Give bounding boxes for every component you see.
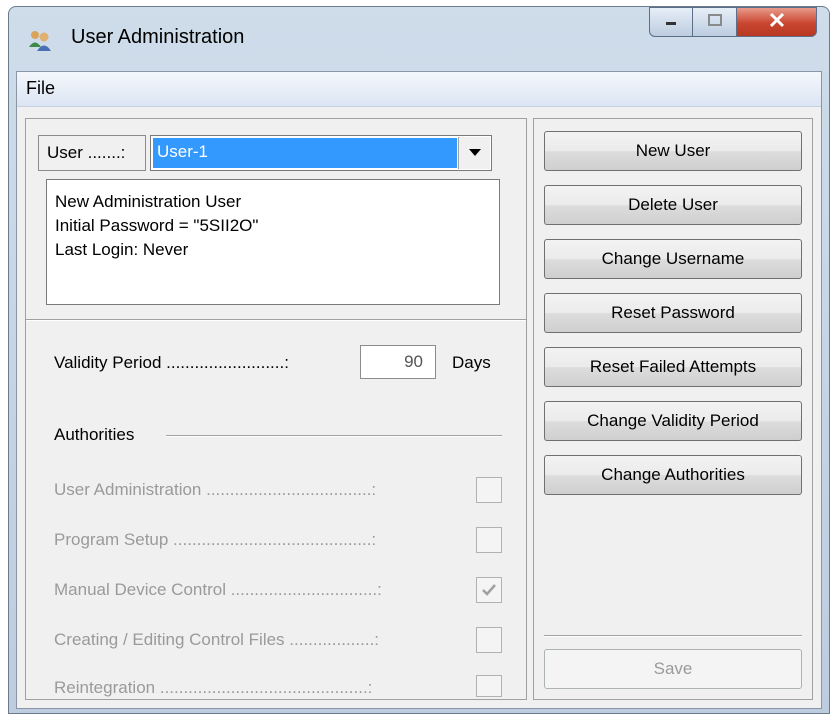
validity-period-field[interactable]: 90 [360, 345, 436, 379]
section-divider [26, 319, 526, 321]
user-label: User .......: [38, 135, 146, 171]
users-icon [27, 27, 53, 53]
user-details-panel: User .......: User-1 New Administration … [25, 118, 527, 700]
reset-failed-attempts-button[interactable]: Reset Failed Attempts [544, 347, 802, 387]
authorities-divider [166, 435, 502, 437]
dropdown-arrow-button[interactable] [458, 137, 490, 169]
authority-checkbox[interactable] [476, 477, 502, 503]
title-bar[interactable]: User Administration [9, 7, 829, 67]
authority-row-reintegration: Reintegration ..........................… [54, 675, 504, 699]
change-validity-period-button[interactable]: Change Validity Period [544, 401, 802, 441]
delete-user-button[interactable]: Delete User [544, 185, 802, 225]
user-select-value: User-1 [153, 138, 457, 168]
client-area: File User .......: User-1 New Administra… [16, 71, 822, 709]
authority-label: Program Setup ..........................… [54, 530, 377, 549]
authority-label: User Administration ....................… [54, 480, 377, 499]
window-title: User Administration [71, 26, 245, 48]
chevron-down-icon [468, 144, 482, 162]
days-label: Days [452, 353, 491, 372]
authority-label: Manual Device Control ..................… [54, 580, 382, 599]
new-user-button[interactable]: New User [544, 131, 802, 171]
info-line: New Administration User [55, 192, 242, 211]
authority-row-creating-editing-control-files: Creating / Editing Control Files .......… [54, 627, 504, 655]
actions-divider [544, 635, 802, 637]
validity-period-label: Validity Period ........................… [54, 353, 289, 372]
authority-checkbox[interactable] [476, 527, 502, 553]
authority-row-program-setup: Program Setup ..........................… [54, 527, 504, 555]
maximize-button[interactable] [693, 7, 737, 37]
authority-checkbox[interactable] [476, 675, 502, 697]
authority-row-user-administration: User Administration ....................… [54, 477, 504, 505]
authority-label: Creating / Editing Control Files .......… [54, 630, 380, 649]
caption-buttons [649, 7, 817, 37]
authority-label: Reintegration ..........................… [54, 678, 373, 697]
authority-checkbox[interactable] [476, 627, 502, 653]
minimize-button[interactable] [649, 7, 693, 37]
authority-row-manual-device-control: Manual Device Control ..................… [54, 577, 504, 605]
info-line: Initial Password = "5SII2O" [55, 216, 259, 235]
authority-checkbox[interactable] [476, 577, 502, 603]
maximize-icon [707, 13, 723, 32]
authorities-heading: Authorities [54, 425, 141, 445]
menu-file[interactable]: File [26, 78, 55, 99]
info-line: Last Login: Never [55, 240, 189, 259]
change-authorities-button[interactable]: Change Authorities [544, 455, 802, 495]
change-username-button[interactable]: Change Username [544, 239, 802, 279]
close-icon [768, 12, 786, 33]
close-button[interactable] [737, 7, 817, 37]
minimize-icon [663, 13, 679, 31]
user-info-box: New Administration User Initial Password… [46, 179, 500, 305]
user-select[interactable]: User-1 [150, 135, 492, 171]
actions-panel: New User Delete User Change Username Res… [533, 118, 813, 700]
save-button[interactable]: Save [544, 649, 802, 689]
checkmark-icon [480, 582, 498, 604]
reset-password-button[interactable]: Reset Password [544, 293, 802, 333]
menu-bar: File [17, 72, 821, 107]
user-administration-window: User Administration File User .......: U… [8, 6, 830, 714]
